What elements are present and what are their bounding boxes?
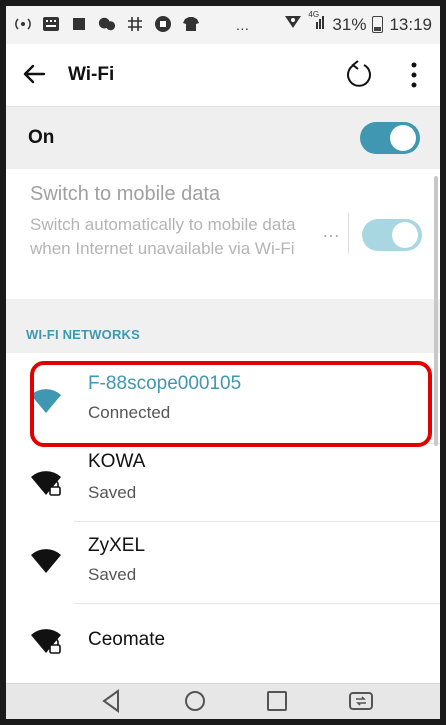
network-status: Saved [88, 565, 137, 584]
square-icon [70, 15, 88, 33]
network-type: 4G [308, 10, 320, 19]
arrow-left-icon[interactable] [20, 56, 52, 92]
battery-percent: 31% [332, 14, 367, 34]
network-list: F-88scope000105 Connected KOWA Saved ZyX… [6, 353, 440, 683]
network-name: ZyXEL [88, 535, 146, 556]
phone-screen: … 4G 31% 13:19 Wi-Fi On Switch to mobile… [6, 6, 440, 719]
wifi-networks-header: WI-FI NETWORKS [6, 299, 440, 353]
status-bar: … 4G 31% 13:19 [6, 6, 440, 44]
navigation-bar [6, 683, 440, 719]
page-title: Wi-Fi [68, 64, 115, 85]
network-status: Saved [88, 483, 137, 502]
back-triangle-icon[interactable] [94, 686, 128, 716]
broadcast-icon [14, 15, 32, 33]
wifi-secured-icon [30, 469, 62, 497]
data-saver-icon [284, 14, 302, 35]
wifi-signal-icon [30, 547, 62, 575]
wifi-toggle-label: On [28, 127, 55, 148]
refresh-icon[interactable] [340, 56, 378, 94]
connected-network-highlight [30, 361, 432, 447]
divider [348, 213, 349, 253]
network-item[interactable]: Ceomate [6, 603, 440, 685]
shirt-icon [182, 15, 200, 33]
shopping-icon [154, 15, 172, 33]
mobile-data-row[interactable]: Switch to mobile data Switch automatical… [6, 169, 440, 299]
wifi-toggle-row[interactable]: On [6, 106, 440, 170]
clock: 13:19 [389, 14, 432, 34]
mobile-data-description: Switch automatically to mobile data when… [30, 215, 296, 258]
mobile-data-title: Switch to mobile data [30, 183, 221, 205]
keyboard-icon [42, 15, 60, 33]
app-bar: Wi-Fi [6, 44, 440, 106]
grid-icon [126, 15, 144, 33]
scrollbar[interactable] [434, 176, 438, 446]
wifi-toggle-switch[interactable] [360, 122, 420, 154]
wifi-secured-icon [30, 627, 62, 655]
network-name: KOWA [88, 451, 146, 472]
chat-bubbles-icon [98, 15, 116, 33]
signal-icon: 4G [308, 10, 326, 35]
network-name: Ceomate [88, 629, 166, 650]
dual-window-icon[interactable] [344, 686, 378, 716]
recents-square-icon[interactable] [260, 686, 294, 716]
section-title: WI-FI NETWORKS [26, 327, 141, 342]
mobile-data-switch[interactable] [362, 219, 422, 251]
battery-icon [372, 16, 384, 33]
home-circle-icon[interactable] [178, 686, 212, 716]
overflow-notifications: … [235, 16, 251, 33]
more-vertical-icon[interactable] [404, 58, 424, 92]
network-item[interactable]: KOWA Saved [6, 443, 440, 525]
system-status: … 4G 31% 13:19 [235, 10, 432, 35]
notification-icons [14, 15, 200, 33]
network-item[interactable]: ZyXEL Saved [6, 521, 440, 603]
mobile-data-more-icon[interactable]: … [322, 221, 340, 242]
